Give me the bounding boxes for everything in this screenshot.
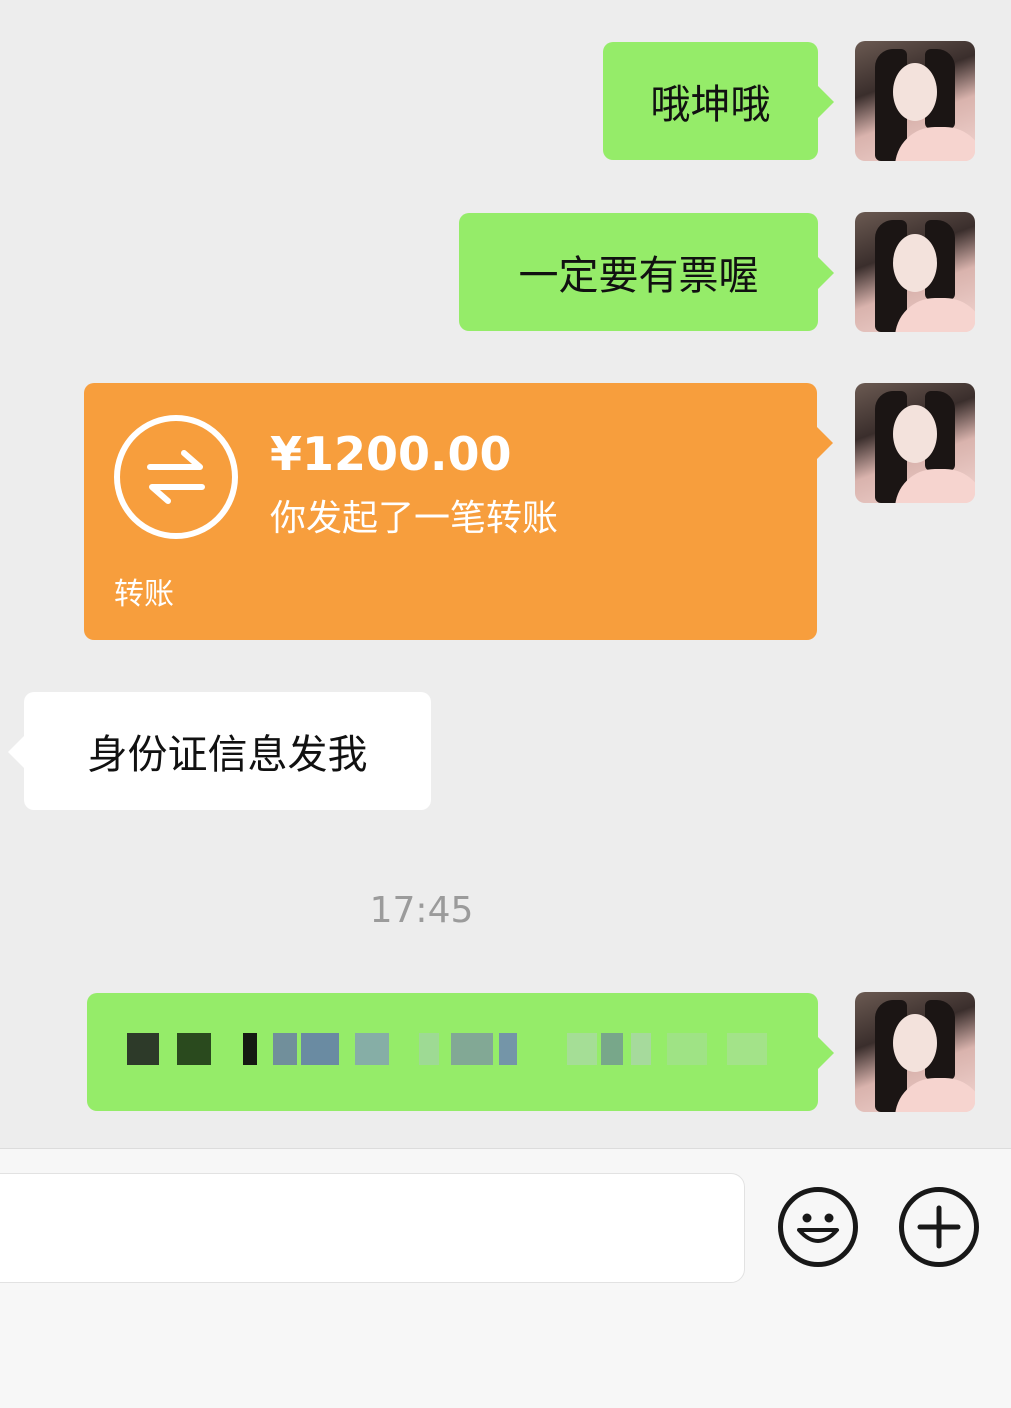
bubble-tail [818, 257, 834, 289]
bubble-tail [817, 427, 833, 459]
message-text: 一定要有票喔 [518, 253, 759, 299]
transfer-arrows-icon [114, 415, 238, 539]
received-message-bubble[interactable]: 身份证信息发我 [8, 692, 431, 810]
bubble-tail [818, 86, 834, 118]
message-timestamp: 17:45 [369, 890, 474, 931]
sent-message-bubble[interactable]: 一定要有票喔 [459, 213, 834, 331]
user-avatar[interactable] [855, 212, 975, 332]
user-avatar[interactable] [855, 41, 975, 161]
user-avatar[interactable] [855, 992, 975, 1112]
message-text: 哦坤哦 [650, 82, 771, 128]
transfer-description: 你发起了一笔转账 [270, 498, 559, 539]
chat-message-list[interactable]: 哦坤哦 一定要有票喔 ¥1200.00 你发起了一笔转账 转账 身份证信息发我 … [0, 0, 1011, 1148]
bubble-tail [8, 736, 24, 768]
transfer-message-card[interactable]: ¥1200.00 你发起了一笔转账 转账 [84, 383, 833, 640]
plus-circle-icon[interactable] [899, 1187, 979, 1267]
message-input-field[interactable] [0, 1173, 745, 1283]
transfer-label: 转账 [114, 577, 174, 612]
message-text: 身份证信息发我 [87, 732, 368, 778]
transfer-amount: ¥1200.00 [270, 427, 512, 481]
sent-message-bubble-redacted[interactable] [87, 993, 834, 1111]
user-avatar[interactable] [855, 383, 975, 503]
bubble-tail [818, 1037, 834, 1069]
smiley-face-icon[interactable] [778, 1187, 858, 1267]
sent-message-bubble[interactable]: 哦坤哦 [603, 42, 834, 160]
message-input-bar [0, 1148, 1011, 1408]
